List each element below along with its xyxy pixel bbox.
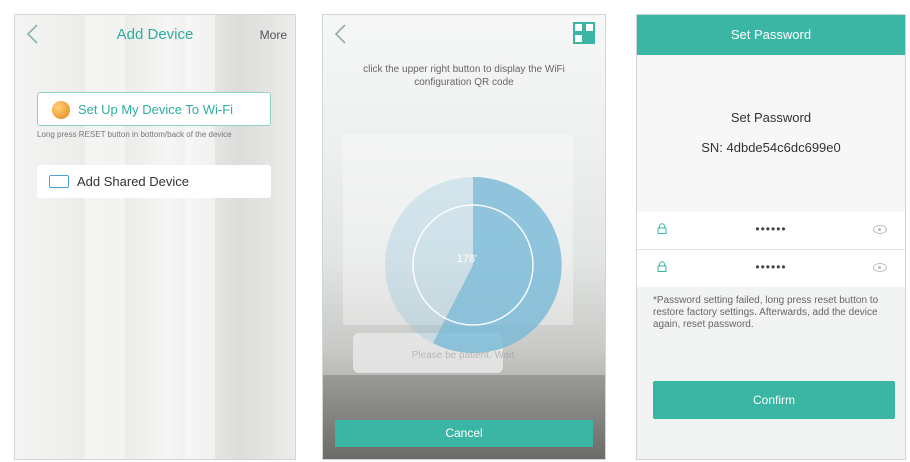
eye-icon[interactable] — [873, 263, 887, 272]
set-password-heading: Set Password — [730, 110, 812, 125]
reset-hint: Long press RESET button in bottom/back o… — [37, 130, 232, 139]
info-section — [637, 55, 905, 212]
password-field[interactable]: •••••• — [637, 212, 905, 250]
progress-gauge — [385, 176, 562, 353]
serial-number: SN: 4dbde54c6dc699e0 — [701, 140, 841, 155]
confirm-button[interactable]: Confirm — [653, 381, 895, 419]
gauge-value: 178' — [456, 253, 478, 265]
password-value: •••••• — [755, 222, 787, 236]
cancel-button[interactable]: Cancel — [335, 420, 593, 447]
add-shared-device-button[interactable]: Add Shared Device — [37, 165, 271, 198]
header-title: Set Password — [730, 27, 812, 42]
header-bar: Set Password — [637, 15, 905, 55]
setup-wifi-label: Set Up My Device To Wi-Fi — [78, 102, 234, 117]
background-blur — [85, 15, 125, 459]
back-icon[interactable] — [331, 22, 351, 46]
qr-code-icon — [586, 24, 593, 31]
keyboard-icon — [49, 175, 69, 188]
qr-code-icon — [575, 24, 582, 31]
qr-code-icon — [575, 35, 582, 42]
background-blur — [185, 15, 215, 459]
confirm-password-field[interactable]: •••••• — [637, 250, 905, 287]
device-orb-icon — [52, 101, 70, 119]
add-device-screen: Add Device More Set Up My Device To Wi-F… — [14, 14, 296, 460]
instruction-text: click the upper right button to display … — [363, 64, 565, 88]
eye-icon[interactable] — [873, 225, 887, 234]
room-floor — [323, 375, 605, 459]
setup-wifi-button[interactable]: Set Up My Device To Wi-Fi — [37, 92, 271, 126]
wifi-config-screen: click the upper right button to display … — [322, 14, 606, 460]
waiting-text: Please be patient. Wait — [411, 350, 515, 361]
confirm-password-value: •••••• — [755, 260, 787, 274]
more-button[interactable]: More — [260, 28, 287, 42]
failure-note: *Password setting failed, long press res… — [653, 295, 879, 330]
set-password-screen: Set Password Set Password SN: 4dbde54c6d… — [636, 14, 906, 460]
add-shared-device-label: Add Shared Device — [77, 174, 190, 189]
page-title: Add Device — [116, 26, 194, 43]
nav-bar: Add Device More — [15, 15, 295, 53]
qr-code-button[interactable] — [573, 22, 595, 44]
